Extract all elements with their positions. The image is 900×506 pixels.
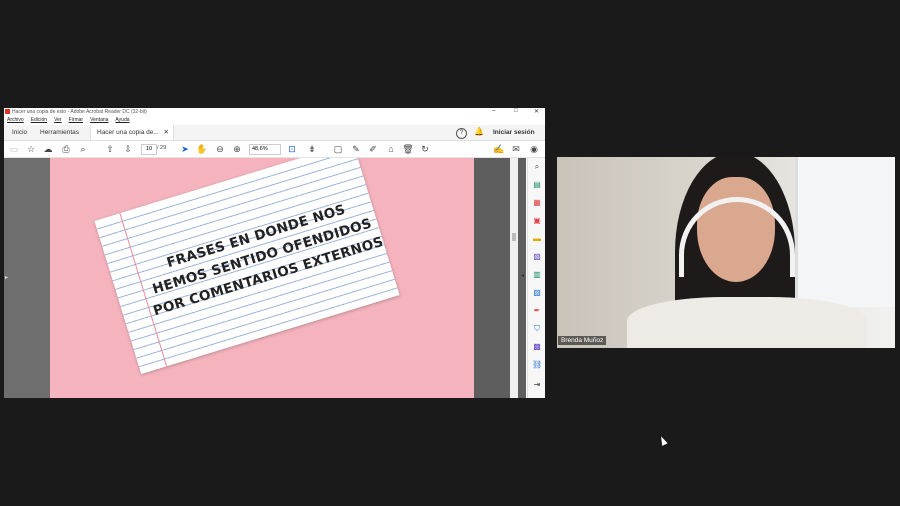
compress-icon[interactable]: ▩ [532,342,542,352]
stamp-icon[interactable]: ⌂ [385,143,397,155]
signin-button[interactable]: Iniciar sesión [493,125,535,140]
mail-icon[interactable]: ✉ [510,143,522,155]
draw-icon[interactable]: ✐ [367,143,379,155]
export-pdf-icon[interactable]: ▤ [532,180,542,190]
fill-sign-tool-icon[interactable]: ✒ [532,306,542,316]
close-window-button[interactable]: ✕ [534,108,539,115]
menu-firmar[interactable]: Firmar [69,117,83,123]
send-track-icon[interactable]: ⛓ [532,360,542,370]
bell-icon[interactable]: 🔔 [474,127,484,136]
hand-tool-icon[interactable]: ✋ [196,143,208,155]
person-body [627,297,867,348]
highlight-pen-icon[interactable]: ✎ [350,143,362,155]
toolbar: ▭ ☆ ☁ ⎙ ⌕ ⇧ ⇩ 10 / 29 ➤ ✋ ⊖ ⊕ 48,6% ⊡ ⇟ … [4,141,545,158]
zoom-out-icon[interactable]: ⊖ [214,143,226,155]
tab-inicio[interactable]: Inicio [6,125,33,140]
vertical-scrollbar[interactable] [510,158,518,398]
zoom-search-icon[interactable]: ⌕ [532,162,542,172]
note-heading: FRASES EN DONDE NOS HEMOS SENTIDO OFENDI… [150,201,386,320]
upload-cloud-icon[interactable]: ☁ [42,143,54,155]
webcam-video [557,157,895,348]
help-icon[interactable]: ? [456,128,467,139]
select-pointer-icon[interactable]: ➤ [179,143,191,155]
menu-edicion[interactable]: Edición [31,117,47,123]
acrobat-app-icon [5,109,10,114]
zoom-in-icon[interactable]: ⊕ [231,143,243,155]
participant-name-label: Brenda Muñoz [558,336,607,345]
menu-archivo[interactable]: Archivo [7,117,24,123]
menu-bar: Archivo Edición Ver Firmar Ventana Ayuda [4,117,545,125]
camera-window-bg [795,157,895,307]
collapse-pane-icon[interactable]: ⇥ [532,380,542,390]
create-pdf-tool-icon[interactable]: ▣ [532,216,542,226]
delete-icon[interactable]: 🗑 [402,143,414,155]
menu-ventana[interactable]: Ventana [90,117,108,123]
search-icon[interactable]: ⌕ [77,143,89,155]
organize-pages-icon[interactable]: ▥ [532,270,542,280]
protect-icon[interactable]: ⛉ [532,324,542,334]
comment-tool-icon[interactable]: ▬ [532,234,542,244]
comment-icon[interactable]: ▢ [332,143,344,155]
account-icon[interactable]: ◉ [528,143,540,155]
tab-document[interactable]: Hacer una copia de... ✕ [90,125,174,140]
minimize-button[interactable]: – [492,108,495,114]
window-title: Hacer una copia de esto - Adobe Acrobat … [12,109,147,115]
tab-document-label: Hacer una copia de... [97,129,159,136]
rotate-icon[interactable]: ↻ [419,143,431,155]
menu-ver[interactable]: Ver [54,117,62,123]
scan-ocr-icon[interactable]: ▨ [532,288,542,298]
page-up-icon[interactable]: ⇧ [104,143,116,155]
edit-pdf-icon[interactable]: ▦ [532,198,542,208]
lined-paper-image: FRASES EN DONDE NOS HEMOS SENTIDO OFENDI… [94,158,400,374]
tab-herramientas[interactable]: Herramientas [34,125,85,140]
acrobat-window: Hacer una copia de esto - Adobe Acrobat … [4,108,545,398]
page-total: / 29 [157,145,167,151]
title-bar: Hacer una copia de esto - Adobe Acrobat … [4,108,545,117]
menu-ayuda[interactable]: Ayuda [115,117,129,123]
print-icon[interactable]: ⎙ [60,143,72,155]
document-gutter [474,158,526,398]
create-pdf-icon[interactable]: ▭ [8,143,20,155]
star-icon[interactable]: ☆ [25,143,37,155]
page-number-input[interactable]: 10 [141,144,157,155]
page-down-icon[interactable]: ⇩ [122,143,134,155]
pdf-page[interactable]: FRASES EN DONDE NOS HEMOS SENTIDO OFENDI… [50,158,474,398]
close-tab-icon[interactable]: ✕ [164,125,169,140]
panel-arrow-left-icon[interactable]: ▸ [5,274,8,281]
tools-pane: ⌕ ▤ ▦ ▣ ▬ ▧ ▥ ▨ ✒ ⛉ ▩ ⛓ ⇥ [527,158,545,398]
page-fit-icon[interactable]: ⊡ [286,143,298,155]
zoom-level-select[interactable]: 48,6% [249,144,281,155]
combine-files-icon[interactable]: ▧ [532,252,542,262]
scrollbar-thumb[interactable] [512,233,516,241]
panel-arrow-right-icon[interactable]: ◂ [521,272,524,279]
tab-bar: Inicio Herramientas Hacer una copia de..… [4,125,545,141]
scroll-mode-icon[interactable]: ⇟ [306,143,318,155]
maximize-button[interactable]: □ [514,108,518,114]
mouse-cursor-icon [658,435,668,446]
fill-sign-icon[interactable]: ✍ [493,143,505,155]
